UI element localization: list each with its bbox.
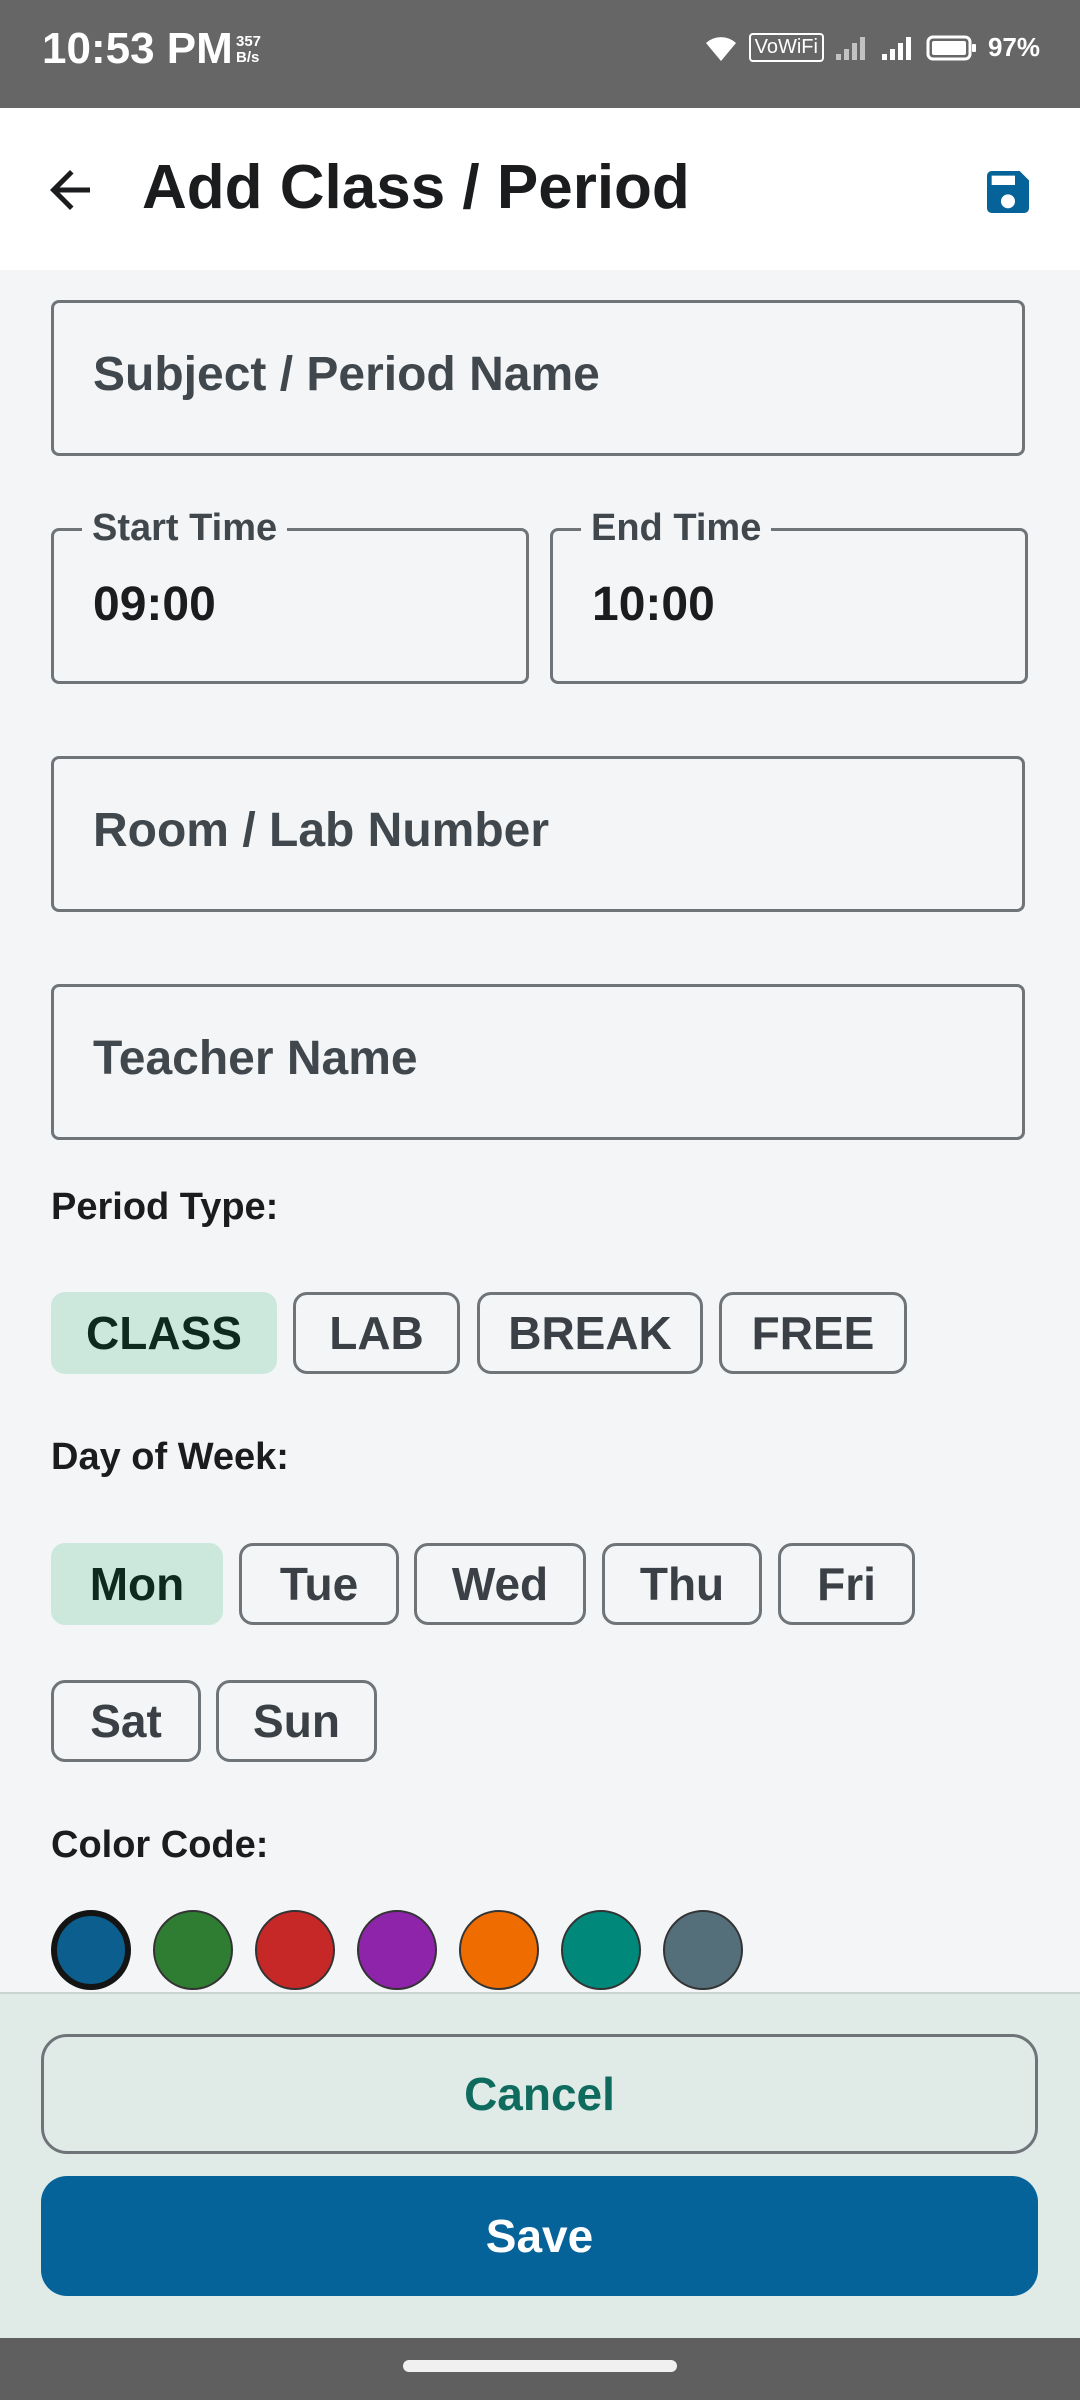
start-time-label: Start Time <box>82 507 288 550</box>
chip-day-mon[interactable]: Mon <box>51 1543 223 1625</box>
start-time-value: 09:00 <box>93 578 216 631</box>
network-speed: 357 B/s <box>236 34 261 66</box>
arrow-back-icon <box>50 170 90 210</box>
chip-period-free[interactable]: FREE <box>719 1292 907 1374</box>
navigation-bar <box>0 2338 1080 2400</box>
wifi-icon <box>705 36 736 61</box>
color-swatch[interactable] <box>51 1910 131 1990</box>
save-icon <box>987 171 1029 213</box>
color-swatch[interactable] <box>255 1910 335 1990</box>
back-button[interactable] <box>40 160 100 220</box>
chip-period-break[interactable]: BREAK <box>477 1292 703 1374</box>
chip-period-lab[interactable]: LAB <box>293 1292 460 1374</box>
color-swatch[interactable] <box>459 1910 539 1990</box>
battery-level: 97% <box>987 32 1040 62</box>
status-time: 10:53 PM <box>42 24 233 73</box>
app-bar: Add Class / Period <box>0 108 1080 270</box>
chip-day-fri[interactable]: Fri <box>778 1543 915 1625</box>
network-speed-unit: B/s <box>236 49 260 66</box>
page-title: Add Class / Period <box>142 153 690 222</box>
end-time-value: 10:00 <box>592 578 715 631</box>
status-bar: 10:53 PM 357 B/s VoWiFi 97% <box>0 0 1080 108</box>
chip-day-thu[interactable]: Thu <box>602 1543 762 1625</box>
signal-icon <box>881 36 911 60</box>
period-type-label: Period Type: <box>51 1186 279 1228</box>
teacher-placeholder: Teacher Name <box>93 1032 418 1085</box>
color-swatch[interactable] <box>561 1910 641 1990</box>
color-code-label: Color Code: <box>51 1824 269 1866</box>
chip-day-sun[interactable]: Sun <box>216 1680 377 1762</box>
start-time-field[interactable]: Start Time 09:00 <box>51 507 529 684</box>
color-swatch[interactable] <box>663 1910 743 1990</box>
save-icon-button[interactable] <box>980 164 1036 220</box>
status-icons: VoWiFi 97% <box>703 32 1040 63</box>
chip-period-class[interactable]: CLASS <box>51 1292 277 1374</box>
cancel-button[interactable]: Cancel <box>41 2034 1038 2154</box>
chip-day-wed[interactable]: Wed <box>414 1543 586 1625</box>
battery-icon <box>926 35 976 60</box>
day-of-week-label: Day of Week: <box>51 1436 289 1478</box>
home-gesture-handle[interactable] <box>403 2360 677 2372</box>
subject-field[interactable]: Subject / Period Name <box>51 300 1025 456</box>
chip-day-sat[interactable]: Sat <box>51 1680 201 1762</box>
end-time-field[interactable]: End Time 10:00 <box>550 507 1028 684</box>
save-button[interactable]: Save <box>41 2176 1038 2296</box>
room-placeholder: Room / Lab Number <box>93 804 550 857</box>
subject-placeholder: Subject / Period Name <box>93 348 600 401</box>
color-swatch[interactable] <box>153 1910 233 1990</box>
teacher-field[interactable]: Teacher Name <box>51 984 1025 1140</box>
signal-icon <box>835 36 865 60</box>
network-speed-value: 357 <box>236 33 262 50</box>
color-swatch[interactable] <box>357 1910 437 1990</box>
chip-day-tue[interactable]: Tue <box>239 1543 399 1625</box>
room-field[interactable]: Room / Lab Number <box>51 756 1025 912</box>
bottom-action-bar: Cancel Save <box>0 1992 1080 2340</box>
vowifi-icon: VoWiFi <box>748 33 824 62</box>
end-time-label: End Time <box>581 507 772 550</box>
